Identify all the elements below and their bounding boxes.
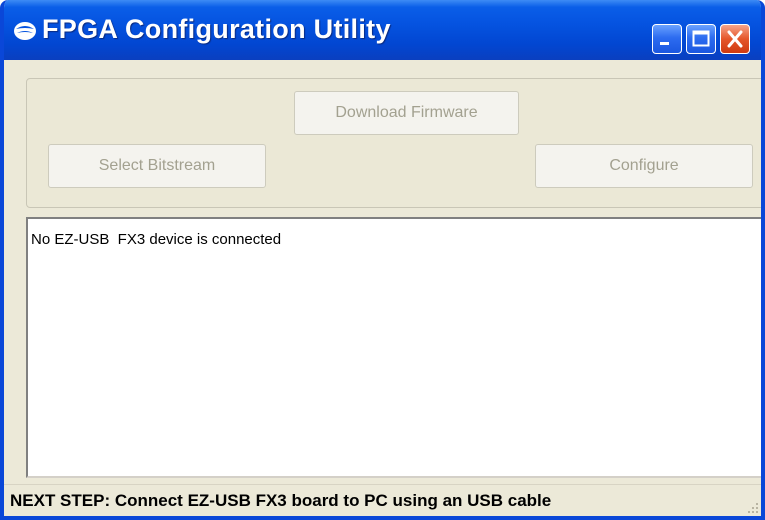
window-title: FPGA Configuration Utility [42,14,391,44]
app-window: FPGA Configuration Utility Download Firm… [0,0,765,520]
configure-button[interactable]: Configure [535,144,753,188]
select-bitstream-button[interactable]: Select Bitstream [48,144,266,188]
download-firmware-button[interactable]: Download Firmware [294,91,519,135]
minimize-button[interactable] [652,24,682,54]
close-button[interactable] [720,24,750,54]
log-textbox[interactable]: No EZ-USB FX3 device is connected [26,217,761,478]
close-icon [727,30,743,48]
title-bar[interactable]: FPGA Configuration Utility [4,0,761,60]
maximize-button[interactable] [686,24,716,54]
log-line: No EZ-USB FX3 device is connected [31,231,282,248]
maximize-icon [692,30,710,47]
status-bar: NEXT STEP: Connect EZ-USB FX3 board to P… [4,484,761,516]
status-text: NEXT STEP: Connect EZ-USB FX3 board to P… [10,491,552,510]
minimize-icon [660,42,669,45]
cypress-logo-icon [14,22,36,40]
resize-grip-icon[interactable] [745,500,759,514]
